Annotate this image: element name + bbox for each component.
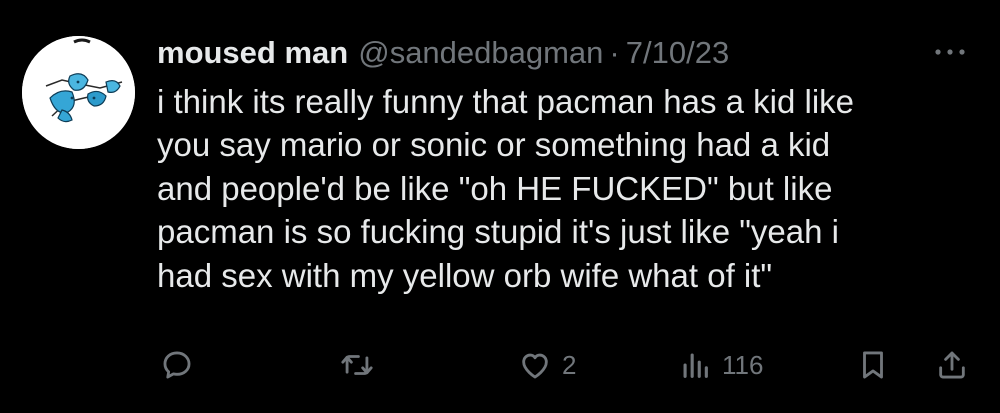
more-button[interactable] (928, 40, 972, 64)
author-handle[interactable]: @sandedbagman (358, 30, 603, 76)
tweet-text-line: had sex with my yellow orb wife what of … (157, 256, 773, 294)
tweet-text-line: pacman is so fucking stupid it's just li… (157, 213, 839, 251)
avatar[interactable] (22, 36, 135, 149)
like-button[interactable]: 2 (518, 340, 576, 390)
reply-icon (163, 351, 191, 379)
tweet-text-line: you say mario or sonic or something had … (157, 126, 831, 164)
like-count: 2 (562, 349, 577, 380)
author-name[interactable]: moused man (157, 30, 348, 76)
avatar-drawing (22, 36, 135, 149)
more-icon (935, 49, 965, 55)
heart-icon (522, 353, 548, 379)
retweet-icon (341, 355, 373, 375)
separator-dot: · (609, 35, 620, 70)
tweet[interactable]: moused man @sandedbagman · 7/10/23 i thi… (0, 0, 1000, 413)
view-count: 116 (722, 349, 764, 380)
views-icon (683, 353, 708, 378)
tweet-date[interactable]: 7/10/23 (626, 30, 729, 76)
views-button[interactable]: 116 (678, 340, 763, 390)
retweet-button[interactable] (340, 340, 374, 390)
reply-button[interactable] (160, 340, 194, 390)
share-button[interactable] (935, 340, 969, 390)
share-icon (939, 351, 965, 379)
action-bar: 2 116 (0, 340, 1000, 390)
tweet-text: i think its really funny that pacman has… (157, 80, 987, 297)
tweet-header: moused man @sandedbagman · 7/10/23 (157, 30, 729, 76)
tweet-text-line: and people'd be like "oh HE FUCKED" but … (157, 169, 833, 207)
tweet-text-line: i think its really funny that pacman has… (157, 83, 855, 120)
bookmark-button[interactable] (856, 340, 890, 390)
bookmark-icon (863, 351, 883, 379)
